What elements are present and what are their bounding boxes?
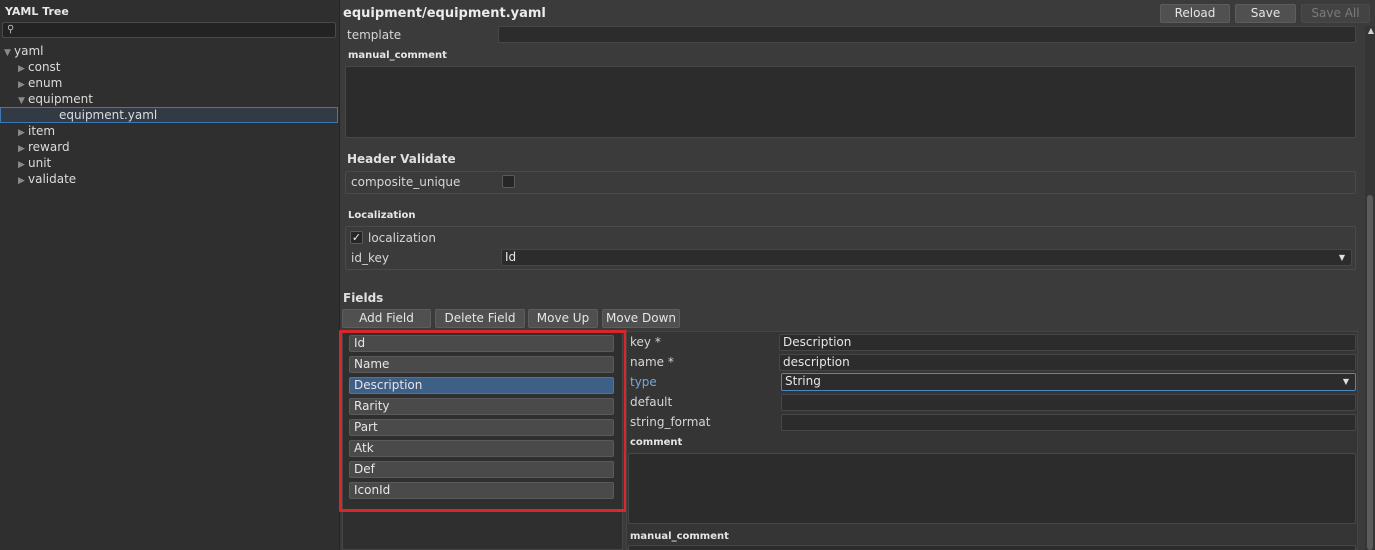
tree-item-label: enum [28,76,63,90]
name-label: name * [630,355,674,369]
fields-list-highlight [339,330,627,512]
tree-search-input[interactable]: ⚲ [2,22,336,38]
tree-item[interactable]: ▶ validate [0,171,338,187]
template-label: template [347,28,402,42]
scrollbar-thumb[interactable] [1367,195,1373,550]
composite-unique-label: composite_unique [351,175,461,189]
template-input[interactable] [498,26,1356,43]
string-format-label: string_format [630,415,711,429]
key-label: key * [630,335,661,349]
detail-manual-comment-textarea[interactable] [628,545,1356,550]
name-input[interactable]: description [779,354,1356,371]
chevron-down-icon: ▼ [1338,253,1345,262]
reload-button[interactable]: Reload [1160,4,1230,23]
id-key-label: id_key [351,251,389,265]
add-field-button[interactable]: Add Field [342,309,431,328]
tree-item[interactable]: ▼ equipment [0,91,338,107]
default-label: default [630,395,673,409]
tree-item-label: reward [28,140,70,154]
tree-item[interactable]: ▶ item [0,123,338,139]
yaml-tree-panel: YAML Tree ⚲ ▼ yaml ▶ const ▶ enum ▼ equipment eq… [0,0,340,550]
string-format-input[interactable] [781,414,1356,431]
tree-item[interactable]: ▶ enum [0,75,338,91]
save-all-button[interactable]: Save All [1301,4,1370,23]
tree-item-label: equipment.yaml [59,108,158,122]
header-validate-title: Header Validate [347,152,456,166]
move-up-button[interactable]: Move Up [528,309,598,328]
tree-item-label: equipment [28,92,93,106]
tree-item-label: yaml [14,44,44,58]
tree-item-label: item [28,124,56,138]
id-key-value: Id [505,250,517,264]
id-key-select[interactable]: Id ▼ [501,249,1352,266]
tree-item[interactable]: ▶ reward [0,139,338,155]
comment-textarea[interactable] [628,453,1356,524]
header-validate-box [345,171,1356,194]
tree-item-label: unit [28,156,52,170]
composite-unique-checkbox[interactable] [502,175,515,188]
type-value: String [785,374,821,388]
editor-panel: equipment/equipment.yaml Reload Save Sav… [339,0,1375,550]
save-button[interactable]: Save [1235,4,1296,23]
collapsed-arrow-icon[interactable]: ▶ [18,173,28,189]
search-icon: ⚲ [7,24,15,35]
comment-label: comment [630,437,683,448]
localization-title: Localization [348,210,416,221]
manual-comment-label: manual_comment [348,50,447,61]
tree-item-label: const [28,60,61,74]
key-input[interactable]: Description [779,334,1356,351]
localization-checkbox[interactable]: ✓ [350,231,363,244]
default-input[interactable] [781,394,1356,411]
tree-item[interactable]: ▶ const [0,59,338,75]
scroll-up-icon[interactable]: ▲ [1368,26,1374,35]
type-select[interactable]: String ▼ [781,373,1356,391]
manual-comment-textarea[interactable] [345,66,1356,138]
type-label: type [630,375,657,389]
tree-item[interactable]: ▶ unit [0,155,338,171]
tree-item[interactable]: ▼ yaml [0,43,338,59]
chevron-down-icon: ▼ [1342,377,1349,386]
tree-item-label: validate [28,172,77,186]
detail-manual-comment-label: manual_comment [630,531,729,542]
delete-field-button[interactable]: Delete Field [435,309,525,328]
move-down-button[interactable]: Move Down [602,309,680,328]
tree-title: YAML Tree [5,5,69,18]
tree-item[interactable]: equipment.yaml [0,107,338,123]
fields-title: Fields [343,291,384,305]
file-path-title: equipment/equipment.yaml [343,6,546,21]
localization-checkbox-label: localization [368,231,436,245]
